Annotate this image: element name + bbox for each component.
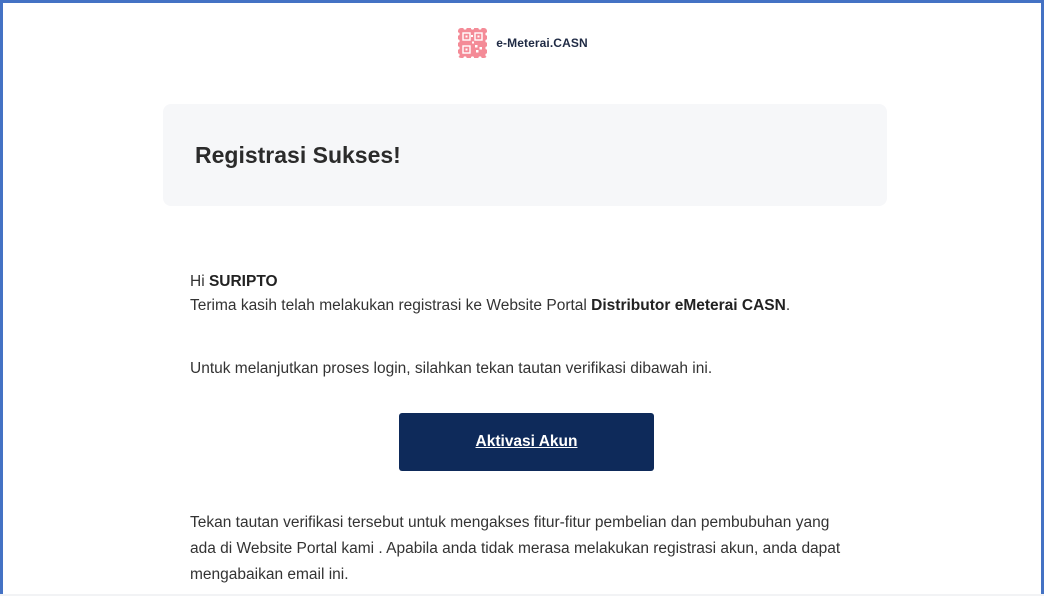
email-frame: e-Meterai.CASN Registrasi Sukses! Hi SUR… [0, 0, 1044, 596]
brand-header: e-Meterai.CASN [3, 26, 1041, 60]
activate-account-label[interactable]: Aktivasi Akun [476, 433, 578, 451]
user-name: SURIPTO [208, 273, 278, 290]
intro-end: . [785, 297, 791, 314]
footer-paragraph: Tekan tautan verifikasi tersebut untuk m… [190, 514, 841, 583]
intro-text: Terima kasih telah melakukan registrasi … [190, 297, 592, 314]
portal-name: Distributor eMeterai CASN [591, 297, 786, 314]
instruction-text: Untuk melanjutkan proses login, silahkan… [190, 360, 713, 377]
greeting: Hi SURIPTO [190, 270, 870, 294]
activate-account-button[interactable]: Aktivasi Akun [399, 413, 654, 471]
emeterai-stamp-icon [456, 26, 489, 60]
intro-paragraph: Terima kasih telah melakukan registrasi … [190, 294, 870, 318]
banner-title: Registrasi Sukses! [195, 141, 401, 168]
greeting-prefix: Hi [190, 273, 209, 290]
success-banner: Registrasi Sukses! [163, 104, 887, 206]
brand-name: e-Meterai.CASN [496, 36, 588, 50]
